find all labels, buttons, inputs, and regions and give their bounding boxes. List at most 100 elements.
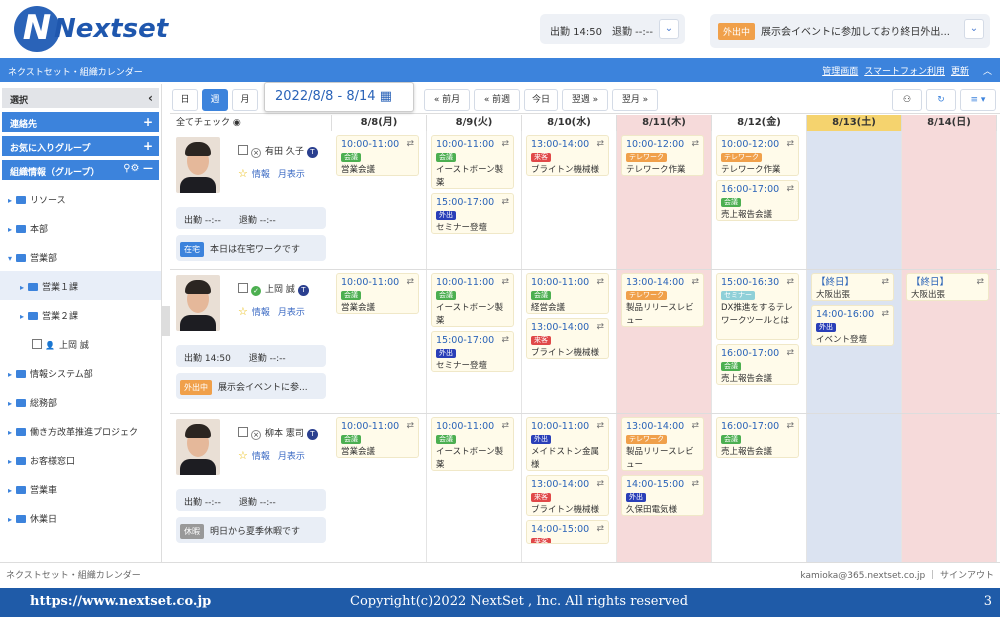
event-card[interactable]: 13:00-14:00 ⇄ 来客 ブライトン機械様 <box>526 135 609 176</box>
day-header: 8/13(土) <box>807 115 902 131</box>
event-card[interactable]: 14:00-15:00 ⇄ 来客 <box>526 520 609 544</box>
sidebar-item[interactable]: 👤 上岡 誠 <box>0 329 161 358</box>
chevron-left-icon[interactable]: ‹ <box>148 91 153 105</box>
favorites-header[interactable]: お気に入りグループ + <box>2 136 159 156</box>
smartphone-link[interactable]: スマートフォン利用 <box>864 67 945 77</box>
view-day-button[interactable]: 日 <box>172 89 198 111</box>
day-column[interactable] <box>902 131 997 562</box>
day-column[interactable] <box>807 131 902 562</box>
event-card[interactable]: 10:00-11:00 ⇄ 外出 メイドストン金属様 <box>526 417 609 471</box>
chevron-right-icon[interactable]: ▸ <box>8 428 12 437</box>
chevron-right-icon[interactable]: ▸ <box>8 515 12 524</box>
sidebar-item[interactable]: ▸ 休業日 <box>0 503 161 532</box>
month-view-link[interactable]: 月表示 <box>278 308 305 318</box>
select-header[interactable]: 選択 ‹ <box>2 88 159 108</box>
info-link[interactable]: 情報 <box>252 170 270 180</box>
event-card[interactable]: 14:00-15:00 ⇄ 外出 久保田電気様 <box>621 475 704 516</box>
status-dropdown-button[interactable]: ⌄ <box>964 19 984 39</box>
event-card[interactable]: 14:00-16:00 ⇄ 外出 イベント登壇 <box>811 305 894 346</box>
event-card[interactable]: 10:00-11:00 ⇄ 会議 営業会議 <box>336 273 419 314</box>
sidebar-item[interactable]: ▸ 営業１課 <box>0 271 161 300</box>
info-link[interactable]: 情報 <box>252 308 270 318</box>
sidebar-item[interactable]: ▾ 営業部 <box>0 242 161 271</box>
sidebar-item[interactable]: ▸ 営業２課 <box>0 300 161 329</box>
contacts-header[interactable]: 連絡先 + <box>2 112 159 132</box>
sidebar-item[interactable]: ▸ お客様窓口 <box>0 445 161 474</box>
nextset-logo: N Nextset <box>14 6 168 52</box>
chevron-up-icon[interactable]: ︿ <box>983 67 992 77</box>
event-card[interactable]: 15:00-17:00 ⇄ 外出 セミナー登壇 <box>431 331 514 372</box>
check-all-toggle[interactable]: 全てチェック ◉ <box>170 115 332 131</box>
event-card[interactable]: 10:00-11:00 ⇄ 会議 イーストボーン製薬 <box>431 135 514 189</box>
plus-icon[interactable]: + <box>143 139 153 153</box>
event-card[interactable]: 10:00-12:00 ⇄ テレワーク テレワーク作業 <box>716 135 799 176</box>
chevron-right-icon[interactable]: ▸ <box>20 283 24 292</box>
sidebar-item[interactable]: ▸ 本部 <box>0 213 161 242</box>
next-week-button[interactable]: 翌週 » <box>562 89 608 111</box>
chevron-right-icon[interactable]: ▸ <box>8 399 12 408</box>
month-view-link[interactable]: 月表示 <box>278 452 305 462</box>
person-checkbox[interactable] <box>238 283 248 293</box>
info-link[interactable]: 情報 <box>252 452 270 462</box>
event-card[interactable]: 13:00-14:00 ⇄ 来客 ブライトン機械様 <box>526 318 609 359</box>
event-card[interactable]: 10:00-11:00 ⇄ 会議 経営会議 <box>526 273 609 314</box>
chevron-down-icon[interactable]: ▾ <box>8 254 12 263</box>
search-gear-minus-icons[interactable]: ⚲⚙ — <box>123 163 153 174</box>
event-card[interactable]: 15:00-16:30 ⇄ セミナー DX推進をするテレワークツールとは <box>716 273 799 340</box>
chevron-right-icon[interactable]: ▸ <box>8 486 12 495</box>
event-card[interactable]: 【終日】 ⇄ 大阪出張 <box>906 273 989 301</box>
event-card[interactable]: 13:00-14:00 ⇄ テレワーク 製品リリースレビュー <box>621 273 704 327</box>
person-checkbox[interactable] <box>238 427 248 437</box>
signout-link[interactable]: kamioka@365.nextset.co.jp ｜ サインアウト <box>800 568 994 581</box>
chevron-right-icon[interactable]: ▸ <box>20 312 24 321</box>
month-view-link[interactable]: 月表示 <box>278 170 305 180</box>
event-card[interactable]: 13:00-14:00 ⇄ 来客 ブライトン機械様 <box>526 475 609 516</box>
event-card[interactable]: 16:00-17:00 ⇄ 会議 売上報告会議 <box>716 344 799 385</box>
repeat-icon: ⇄ <box>691 139 699 149</box>
admin-link[interactable]: 管理画面 <box>822 67 858 77</box>
event-time: 13:00-14:00 <box>531 479 590 490</box>
chevron-right-icon[interactable]: ▸ <box>8 370 12 379</box>
event-card[interactable]: 10:00-12:00 ⇄ テレワーク テレワーク作業 <box>621 135 704 176</box>
event-card[interactable]: 10:00-11:00 ⇄ 会議 イーストボーン製薬 <box>431 273 514 327</box>
person-checkbox[interactable] <box>238 145 248 155</box>
event-card[interactable]: 16:00-17:00 ⇄ 会議 売上報告会議 <box>716 417 799 458</box>
sidebar-item[interactable]: ▸ 働き方改革推進プロジェク <box>0 416 161 445</box>
chevron-right-icon[interactable]: ▸ <box>8 225 12 234</box>
sidebar-item[interactable]: ▸ 情報システム部 <box>0 358 161 387</box>
user-search-icon[interactable]: ⚇ <box>892 89 922 111</box>
sidebar-item[interactable]: ▸ 営業車 <box>0 474 161 503</box>
refresh-icon[interactable]: ↻ <box>926 89 956 111</box>
prev-month-button[interactable]: « 前月 <box>424 89 470 111</box>
star-icon[interactable]: ☆ <box>238 449 248 462</box>
plus-icon[interactable]: + <box>143 115 153 129</box>
date-range-picker[interactable]: 2022/8/8 - 8/14 ▦ <box>264 82 414 112</box>
event-title: 久保田電気様 <box>626 505 678 515</box>
sidebar-item[interactable]: ▸ 総務部 <box>0 387 161 416</box>
event-card[interactable]: 10:00-11:00 ⇄ 会議 イーストボーン製薬 <box>431 417 514 471</box>
sidebar-resize-handle[interactable] <box>162 306 170 336</box>
day-column[interactable] <box>332 131 427 562</box>
next-month-button[interactable]: 翌月 » <box>612 89 658 111</box>
event-card[interactable]: 10:00-11:00 ⇄ 会議 営業会議 <box>336 135 419 176</box>
event-tag: 来客 <box>531 493 551 502</box>
refresh-link[interactable]: 更新 <box>951 67 969 77</box>
event-card[interactable]: 【終日】 ⇄ 大阪出張 <box>811 273 894 301</box>
org-header[interactable]: 組織情報（グループ） ⚲⚙ — <box>2 160 159 180</box>
checkbox[interactable] <box>32 339 42 349</box>
menu-icon[interactable]: ≡ ▾ <box>960 89 996 111</box>
event-card[interactable]: 16:00-17:00 ⇄ 会議 売上報告会議 <box>716 180 799 221</box>
event-card[interactable]: 15:00-17:00 ⇄ 外出 セミナー登壇 <box>431 193 514 234</box>
chevron-right-icon[interactable]: ▸ <box>8 457 12 466</box>
sidebar-item[interactable]: ▸ リソース <box>0 184 161 213</box>
star-icon[interactable]: ☆ <box>238 305 248 318</box>
today-button[interactable]: 今日 <box>524 89 558 111</box>
event-card[interactable]: 13:00-14:00 ⇄ テレワーク 製品リリースレビュー <box>621 417 704 471</box>
star-icon[interactable]: ☆ <box>238 167 248 180</box>
prev-week-button[interactable]: « 前週 <box>474 89 520 111</box>
chevron-right-icon[interactable]: ▸ <box>8 196 12 205</box>
view-week-button[interactable]: 週 <box>202 89 228 111</box>
view-month-button[interactable]: 月 <box>232 89 258 111</box>
event-card[interactable]: 10:00-11:00 ⇄ 会議 営業会議 <box>336 417 419 458</box>
attendance-dropdown-button[interactable]: ⌄ <box>659 19 679 39</box>
